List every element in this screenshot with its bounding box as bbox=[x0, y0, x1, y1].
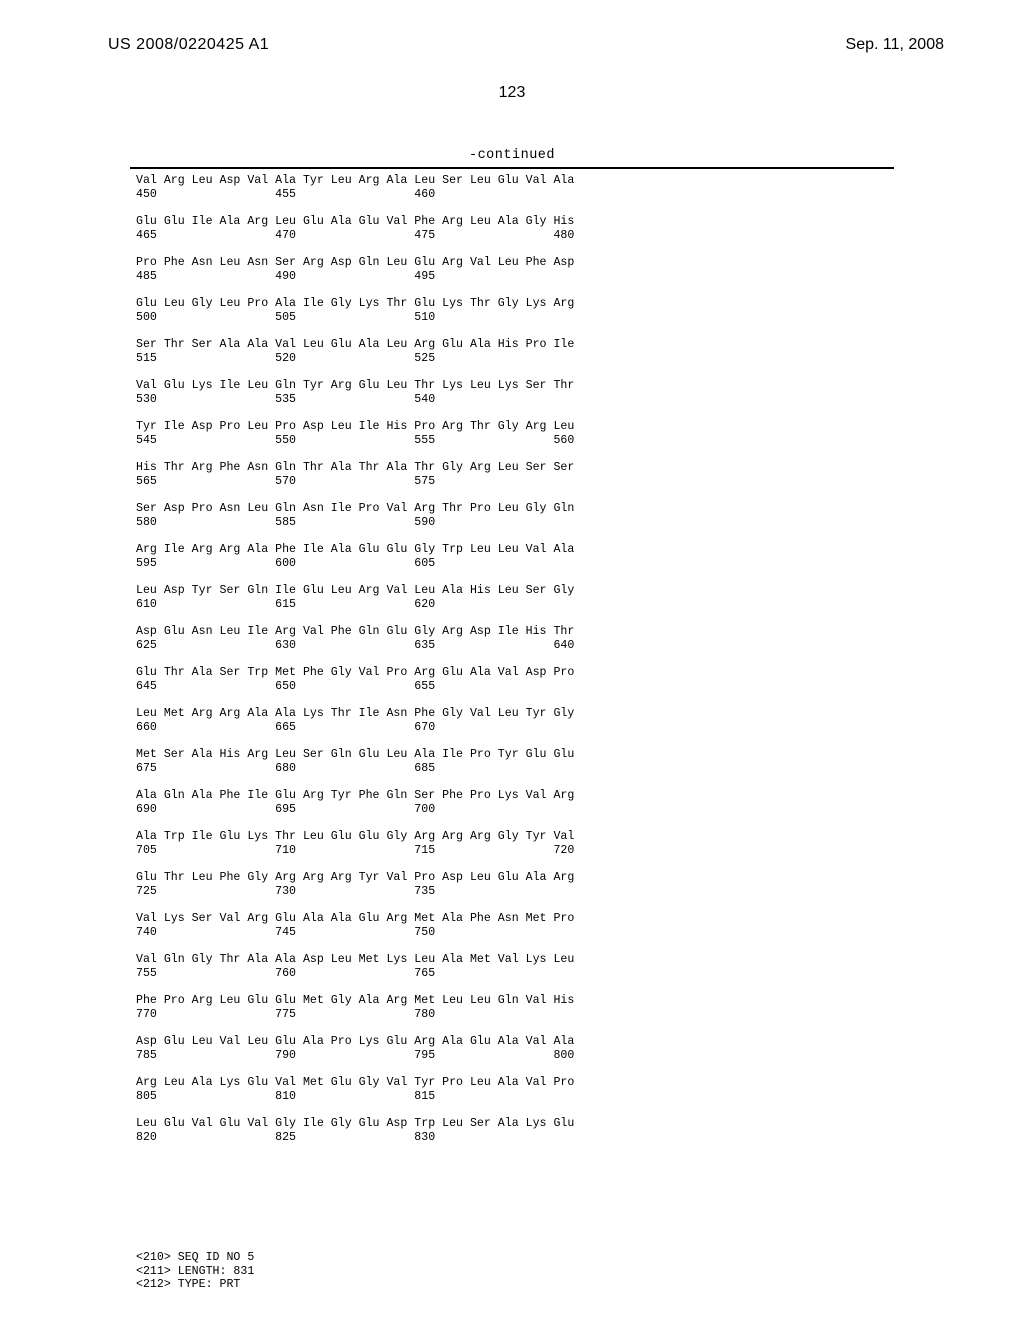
publication-number: US 2008/0220425 A1 bbox=[108, 36, 269, 54]
page-root: US 2008/0220425 A1 Sep. 11, 2008 123 -co… bbox=[0, 0, 1024, 1320]
section-rule bbox=[130, 167, 894, 169]
continued-label: -continued bbox=[130, 148, 894, 163]
continued-section: -continued bbox=[130, 148, 894, 169]
page-number: 123 bbox=[0, 84, 1024, 102]
sequence-metadata: <210> SEQ ID NO 5 <211> LENGTH: 831 <212… bbox=[136, 1251, 254, 1292]
sequence-listing: Val Arg Leu Asp Val Ala Tyr Leu Arg Ala … bbox=[136, 174, 574, 1145]
publication-date: Sep. 11, 2008 bbox=[846, 36, 944, 54]
